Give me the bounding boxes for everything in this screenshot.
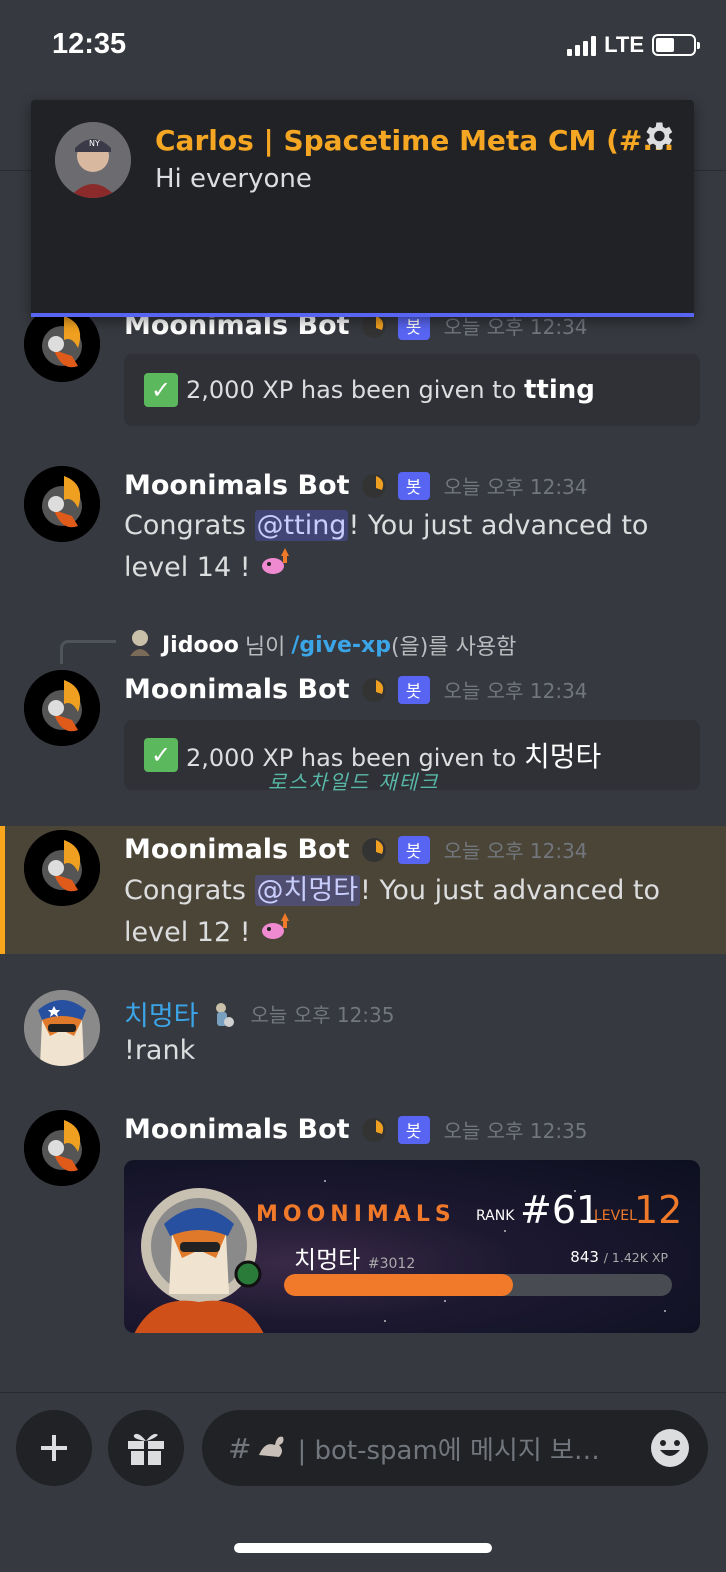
notification-text: Hi everyone [155, 164, 312, 194]
level-label: LEVEL [594, 1208, 637, 1224]
notification-accent [31, 313, 694, 317]
moonimals-role-icon [360, 472, 388, 500]
notification-author: Carlos | Spacetime Meta CM (#... [155, 124, 675, 157]
signal-icon [567, 34, 597, 56]
bot-badge: 봇 [397, 675, 430, 704]
avatar[interactable] [24, 830, 100, 906]
bot-badge: 봇 [397, 471, 430, 500]
bot-badge: 봇 [397, 835, 430, 864]
gear-icon[interactable] [640, 118, 676, 154]
battery-icon [652, 34, 700, 56]
moonimals-role-icon [360, 1116, 388, 1144]
timestamp: 오늘 오후 12:35 [443, 1119, 588, 1143]
user-mention[interactable]: @tting [254, 510, 349, 541]
avatar[interactable] [24, 466, 100, 542]
rank-avatar [134, 1184, 264, 1333]
message-author[interactable]: Moonimals Bot [124, 674, 350, 705]
rank-value: #61 [520, 1188, 601, 1232]
status-bar: 12:35 LTE [0, 0, 726, 92]
message-text: Congrats @tting! You just advanced to le… [124, 510, 649, 583]
message-author[interactable]: Moonimals Bot [124, 470, 350, 501]
emoji-icon[interactable] [650, 1428, 690, 1468]
reply-connector [60, 640, 116, 664]
home-indicator[interactable] [234, 1543, 492, 1553]
timestamp: 오늘 오후 12:35 [250, 1003, 395, 1027]
timestamp: 오늘 오후 12:34 [443, 839, 588, 863]
gift-icon [128, 1433, 164, 1465]
svg-text:NY: NY [89, 139, 100, 148]
avatar[interactable] [24, 990, 100, 1066]
message-header: Moonimals Bot 봇 오늘 오후 12:34 [124, 834, 588, 865]
gift-button[interactable] [108, 1410, 184, 1486]
check-icon: ✓ [144, 738, 178, 772]
message-author[interactable]: 치멍타 [124, 994, 199, 1033]
add-button[interactable] [16, 1410, 92, 1486]
message-header: Moonimals Bot 봇 오늘 오후 12:35 [124, 1114, 588, 1145]
message-text: !rank [124, 1035, 196, 1066]
avatar[interactable] [24, 1110, 100, 1186]
check-icon: ✓ [144, 373, 178, 407]
moonimals-role-icon [360, 676, 388, 704]
notification-avatar: NY [55, 122, 131, 198]
status-indicators: LTE [567, 32, 700, 58]
timestamp: 오늘 오후 12:34 [443, 475, 588, 499]
xp-progress-fill [284, 1274, 513, 1296]
channel-hash: # [228, 1431, 252, 1465]
muscle-icon [255, 1431, 289, 1465]
message-header: 치멍타 오늘 오후 12:35 [124, 994, 394, 1033]
mention-highlight-bar [0, 826, 5, 954]
embed-text: 2,000 XP has been given to tting [186, 375, 595, 405]
message-author[interactable]: Moonimals Bot [124, 834, 350, 865]
timestamp: 오늘 오후 12:34 [443, 679, 588, 703]
rank-username: 치멍타 #3012 [294, 1246, 416, 1274]
reply-user[interactable]: Jidooo [162, 633, 239, 658]
avatar[interactable] [24, 306, 100, 382]
user-mention[interactable]: @치멍타 [254, 875, 361, 906]
moonimals-role-icon [360, 836, 388, 864]
plus-icon [41, 1435, 67, 1461]
rank-card[interactable]: MOONIMALS RANK #61 LEVEL 12 치멍타 #3012 84… [124, 1160, 700, 1333]
reply-avatar-icon [124, 626, 156, 664]
level-up-icon [259, 548, 293, 583]
command-reference[interactable]: Jidooo 님이 /give-xp (을)를 사용함 [124, 626, 516, 664]
moonimals-logo: MOONIMALS [256, 1202, 456, 1227]
status-time: 12:35 [52, 28, 127, 60]
slash-command[interactable]: /give-xp [291, 633, 391, 658]
bot-badge: 봇 [397, 1115, 430, 1144]
level-value: 12 [634, 1188, 683, 1232]
rank-label: RANK [476, 1208, 515, 1224]
watermark: 로스차일드 재테크 [268, 770, 440, 794]
notification-banner[interactable]: NY Carlos | Spacetime Meta CM (#... Hi e… [31, 100, 694, 317]
xp-embed: ✓ 2,000 XP has been given to tting [124, 354, 700, 426]
message-text: Congrats @치멍타! You just advanced to leve… [124, 875, 661, 948]
avatar[interactable] [24, 670, 100, 746]
xp-text: 843 / 1.42K XP [570, 1248, 668, 1266]
role-icon [209, 1000, 237, 1028]
level-up-icon [259, 913, 293, 948]
message-header: Moonimals Bot 봇 오늘 오후 12:34 [124, 674, 588, 705]
message-header: Moonimals Bot 봇 오늘 오후 12:34 [124, 470, 588, 501]
network-label: LTE [604, 32, 644, 57]
message-placeholder: | bot-spam에 메시지 보… [297, 1435, 600, 1466]
message-author[interactable]: Moonimals Bot [124, 1114, 350, 1145]
xp-progress-bar [284, 1274, 672, 1296]
message-input[interactable]: # | bot-spam에 메시지 보… [202, 1410, 708, 1486]
